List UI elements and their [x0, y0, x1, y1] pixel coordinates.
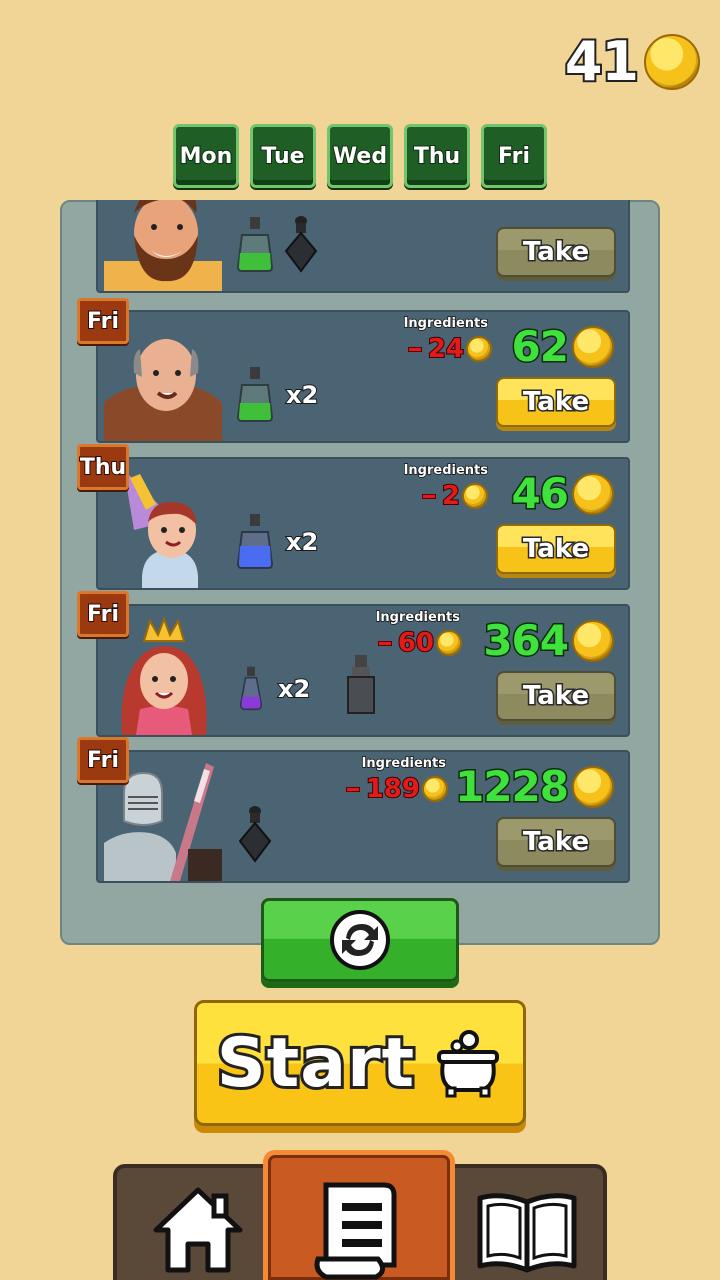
- gold-coin-icon: [462, 483, 488, 509]
- take-button[interactable]: Take: [496, 671, 616, 721]
- reward-value: 1228: [454, 761, 571, 813]
- ingredient-cost-value: 24: [427, 333, 465, 365]
- reward-value: 62: [510, 321, 570, 373]
- start-button-label: Start: [214, 1021, 417, 1106]
- order-day-badge: Fri: [77, 591, 129, 637]
- take-button[interactable]: Take: [496, 227, 616, 277]
- take-button[interactable]: Take: [496, 817, 616, 867]
- quantity-multiplier: x2: [285, 527, 319, 557]
- gold-coin-icon: [422, 776, 448, 802]
- order-card: x2 Ingredients 24 62 Take: [96, 310, 630, 443]
- reward: 62: [510, 321, 614, 373]
- green-potion-icon: [236, 367, 274, 422]
- ingredient-cost-value: 60: [397, 627, 435, 659]
- bearded-man-portrait: [104, 200, 222, 291]
- cauldron-icon: [437, 1030, 500, 1098]
- tab-wed[interactable]: Wed: [327, 124, 393, 188]
- book-icon: [477, 1193, 577, 1273]
- order-day-badge: Fri: [77, 298, 129, 344]
- ingredients-label: Ingredients: [361, 755, 447, 772]
- scroll-list-icon: [314, 1182, 397, 1280]
- gold-coin-icon: [572, 472, 614, 515]
- black-potion-icon: [284, 216, 318, 273]
- order-card: Ingredients 189 1228 Take: [96, 750, 630, 883]
- quantity-multiplier: x2: [277, 674, 311, 704]
- gold-coin-icon: [572, 325, 614, 368]
- reward-value: 46: [510, 468, 570, 520]
- ingredients-list: x2: [236, 365, 319, 423]
- tab-fri[interactable]: Fri: [481, 124, 547, 188]
- reward: 364: [482, 615, 614, 667]
- start-button[interactable]: Start: [194, 1000, 526, 1126]
- ingredients-label: Ingredients: [403, 315, 489, 332]
- grey-potion-icon: [347, 655, 376, 714]
- nav-recipes[interactable]: [452, 1170, 602, 1280]
- minus-sign: [377, 640, 392, 646]
- minus-sign: [407, 346, 422, 352]
- purple-potion-icon: [239, 666, 263, 711]
- tab-thu[interactable]: Thu: [404, 124, 470, 188]
- ingredients-list: [236, 805, 274, 863]
- ingredients-list: [236, 215, 320, 273]
- take-button[interactable]: Take: [496, 377, 616, 427]
- ingredient-cost-value: 2: [441, 480, 461, 512]
- order-card: x2 Ingredients 60 364 Take: [96, 604, 630, 737]
- order-day-badge: Thu: [77, 444, 129, 490]
- home-icon: [153, 1187, 243, 1273]
- orders-list[interactable]: Take x2 Ingredients 24 62 Take x2 Ingred…: [96, 200, 632, 890]
- gold-coin-icon: [644, 33, 700, 90]
- ingredient-cost: 2: [421, 480, 488, 512]
- ingredient-cost: 189: [345, 773, 448, 805]
- minus-sign: [345, 786, 360, 792]
- reward-value: 364: [482, 615, 571, 667]
- reward: 1228: [454, 761, 614, 813]
- ingredients-list: x2: [236, 651, 380, 717]
- ingredients-label: Ingredients: [403, 462, 489, 479]
- reward: 46: [510, 468, 614, 520]
- nav-home[interactable]: [123, 1170, 273, 1280]
- quantity-multiplier: x2: [285, 380, 319, 410]
- tab-mon[interactable]: Mon: [173, 124, 239, 188]
- green-potion-icon: [236, 217, 274, 272]
- refresh-orders-button[interactable]: [261, 898, 459, 982]
- nav-orders-icon-wrap[interactable]: [283, 1170, 435, 1280]
- black-potion-icon: [238, 806, 272, 863]
- day-tabs: Mon Tue Wed Thu Fri: [173, 124, 547, 188]
- take-button[interactable]: Take: [496, 524, 616, 574]
- minus-sign: [421, 493, 436, 499]
- tab-tue[interactable]: Tue: [250, 124, 316, 188]
- gold-coin-icon: [436, 630, 462, 656]
- ingredients-list: x2: [236, 512, 319, 570]
- gold-coin-icon: [466, 336, 492, 362]
- order-day-badge: Fri: [77, 737, 129, 783]
- ingredient-cost: 60: [377, 627, 462, 659]
- gold-coin-icon: [572, 765, 614, 808]
- order-card: x2 Ingredients 2 46 Take: [96, 457, 630, 590]
- ingredients-label: Ingredients: [375, 609, 461, 626]
- blue-potion-icon: [236, 514, 274, 569]
- ingredient-cost-value: 189: [365, 773, 421, 805]
- gold-coin-icon: [572, 619, 614, 662]
- order-card: Take: [96, 200, 630, 293]
- coin-balance-value: 41: [563, 28, 641, 95]
- refresh-icon: [330, 910, 390, 970]
- ingredient-cost: 24: [407, 333, 492, 365]
- coin-balance: 41: [563, 28, 700, 95]
